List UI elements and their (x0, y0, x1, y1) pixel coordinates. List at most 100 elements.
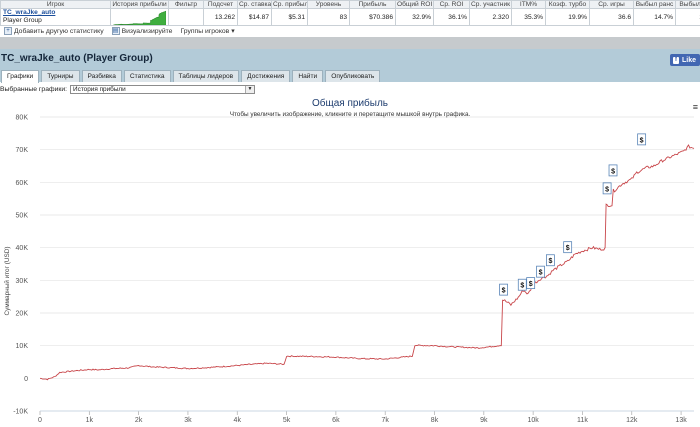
y-tick-label: 70K (16, 147, 29, 154)
y-tick-label: 60K (16, 180, 29, 187)
stats-cell: 2.320 (469, 8, 512, 26)
flag-marker: $ (536, 265, 545, 278)
tab-achievements[interactable]: Достижения (241, 70, 291, 82)
flag-label: $ (502, 288, 506, 295)
tab-publish[interactable]: Опубликовать (325, 70, 381, 82)
stats-cell: $70.386 (349, 8, 396, 26)
facebook-icon: f (673, 56, 679, 64)
player-group-label: Player Group (3, 17, 42, 24)
y-tick-label: 0 (24, 376, 28, 383)
stats-cell: 83 (307, 8, 350, 26)
visualize-label: Визуализируйте (121, 27, 173, 35)
column-header[interactable]: Ср. участник (469, 0, 512, 9)
stats-cell: 36.6 (589, 8, 634, 26)
graph-selector-row: Выбранные графики: История прибыли ▼ (0, 84, 700, 94)
flag-marker: $ (526, 277, 536, 290)
flag-marker: $ (517, 278, 527, 291)
graph-select-value: История прибыли (73, 85, 126, 93)
column-header[interactable]: Игрок (0, 0, 111, 9)
actions-bar: + Добавить другую статистику ▤ Визуализи… (0, 26, 700, 36)
like-label: Like (682, 56, 697, 64)
flag-marker: $ (637, 133, 647, 146)
add-stats-icon: + (4, 27, 12, 35)
menu-icon[interactable]: ≡ (693, 102, 698, 112)
y-tick-label: 40K (16, 245, 29, 252)
column-header[interactable]: Ср. прибыль (271, 0, 308, 9)
tab-breakdown[interactable]: Разбивка (81, 70, 122, 82)
x-tick-label: 10k (527, 417, 539, 424)
flag-label: $ (640, 137, 644, 144)
column-header[interactable]: Коэф. турбо (545, 0, 590, 9)
stats-cell: $14.87 (237, 8, 272, 26)
column-header[interactable]: Ср. игры (589, 0, 634, 9)
x-tick-label: 0 (38, 417, 42, 424)
column-header[interactable]: Ср. ROI (433, 0, 470, 9)
tab-leaderboards[interactable]: Таблицы лидеров (172, 70, 240, 82)
profit-chart[interactable]: -10K 0 10K 20K 30K 40K 50K 60K 70K 80K 0 1k 2k 3k 4k 5… (0, 95, 700, 427)
flag-label: $ (605, 186, 609, 193)
column-header[interactable]: ITM% (511, 0, 546, 9)
add-stats-label: Добавить другую статистику (14, 27, 104, 35)
stats-row[interactable]: TC_wraJke_auto Player Group 13.262 $14.8… (0, 8, 700, 26)
y-tick-label: 20K (16, 311, 29, 318)
tab-find[interactable]: Найти (292, 70, 324, 82)
chart-subtitle: Чтобы увеличить изображение, кликните и … (229, 111, 471, 118)
stats-table: Игрок История прибыли Фильтр Подсчет Ср. ста… (0, 0, 700, 26)
column-header[interactable]: Ср. ставка (237, 0, 272, 9)
x-tick-label: 8k (431, 417, 439, 424)
column-header[interactable]: Уровень (307, 0, 350, 9)
stats-cell: 32.9% (395, 8, 434, 26)
y-tick-label: 50K (16, 213, 29, 220)
flag-label: $ (566, 245, 570, 252)
x-tick-label: 12k (626, 417, 638, 424)
series-line (39, 144, 695, 381)
add-stats-link[interactable]: + Добавить другую статистику (4, 27, 104, 35)
x-tick-label: 6k (332, 417, 340, 424)
flag-marker: $ (608, 164, 618, 177)
chart-canvas[interactable]: -10K010K20K30K40K50K60K70K80K 0 1k 2k 3k 4k 5… (0, 95, 700, 427)
facebook-like-button[interactable]: f Like (670, 54, 700, 66)
stats-cell: 14.7% (633, 8, 676, 26)
column-header[interactable]: Фильтр (168, 0, 204, 9)
y-tick-label: 30K (16, 278, 29, 285)
graph-select[interactable]: История прибыли ▼ (70, 84, 256, 94)
column-header[interactable]: Общий ROI (395, 0, 434, 9)
flag-marker: $ (602, 182, 612, 195)
x-tick-label: 5k (283, 417, 291, 424)
flag-label: $ (520, 283, 524, 290)
player-cell[interactable]: TC_wraJke_auto Player Group (0, 8, 111, 26)
column-header[interactable]: Подсчет (203, 0, 238, 9)
stats-cell: $5.31 (271, 8, 308, 26)
player-name-link[interactable]: TC_wraJke_auto (3, 10, 108, 18)
x-tick-label: 9k (480, 417, 488, 424)
x-tick-label: 4k (234, 417, 242, 424)
column-header[interactable]: Выбыл позд (675, 0, 700, 9)
player-groups-label: Группы игроков (180, 27, 230, 35)
page-title: TC_wraJke_auto (Player Group) (1, 53, 153, 64)
column-header[interactable]: История прибыли (110, 0, 169, 9)
x-tick-label: 3k (184, 417, 192, 424)
tab-statistics[interactable]: Статистика (123, 70, 171, 82)
profit-history-sparkline (110, 8, 169, 26)
column-header[interactable]: Выбыл ранс (633, 0, 676, 9)
flag-label: $ (529, 281, 533, 288)
stats-cell: 36.1% (433, 8, 470, 26)
flag-label: $ (548, 258, 552, 265)
flag-label: $ (539, 270, 543, 277)
flag-marker: $ (563, 241, 573, 254)
stats-cell: 12.1% (675, 8, 700, 26)
chevron-down-icon: ▼ (245, 85, 255, 93)
player-groups-dropdown[interactable]: Группы игроков ▾ (180, 27, 234, 36)
stats-cell: 13.262 (203, 8, 238, 26)
stats-cell: 35.3% (511, 8, 546, 26)
chart-icon: ▤ (111, 27, 120, 35)
x-tick-label: 11k (577, 417, 588, 424)
y-tick-label: 10K (16, 343, 29, 350)
tab-graphs[interactable]: Графики (1, 70, 40, 83)
tab-tournaments[interactable]: Турниры (41, 70, 80, 82)
y-tick-label: -10K (13, 409, 28, 416)
chart-title: Общая прибыль (311, 98, 388, 109)
visualize-link[interactable]: ▤ Визуализируйте (111, 27, 173, 35)
flag-markers: $ $ $ $ $ $ $ $ $ (499, 133, 647, 296)
column-header[interactable]: Прибыль (349, 0, 396, 9)
